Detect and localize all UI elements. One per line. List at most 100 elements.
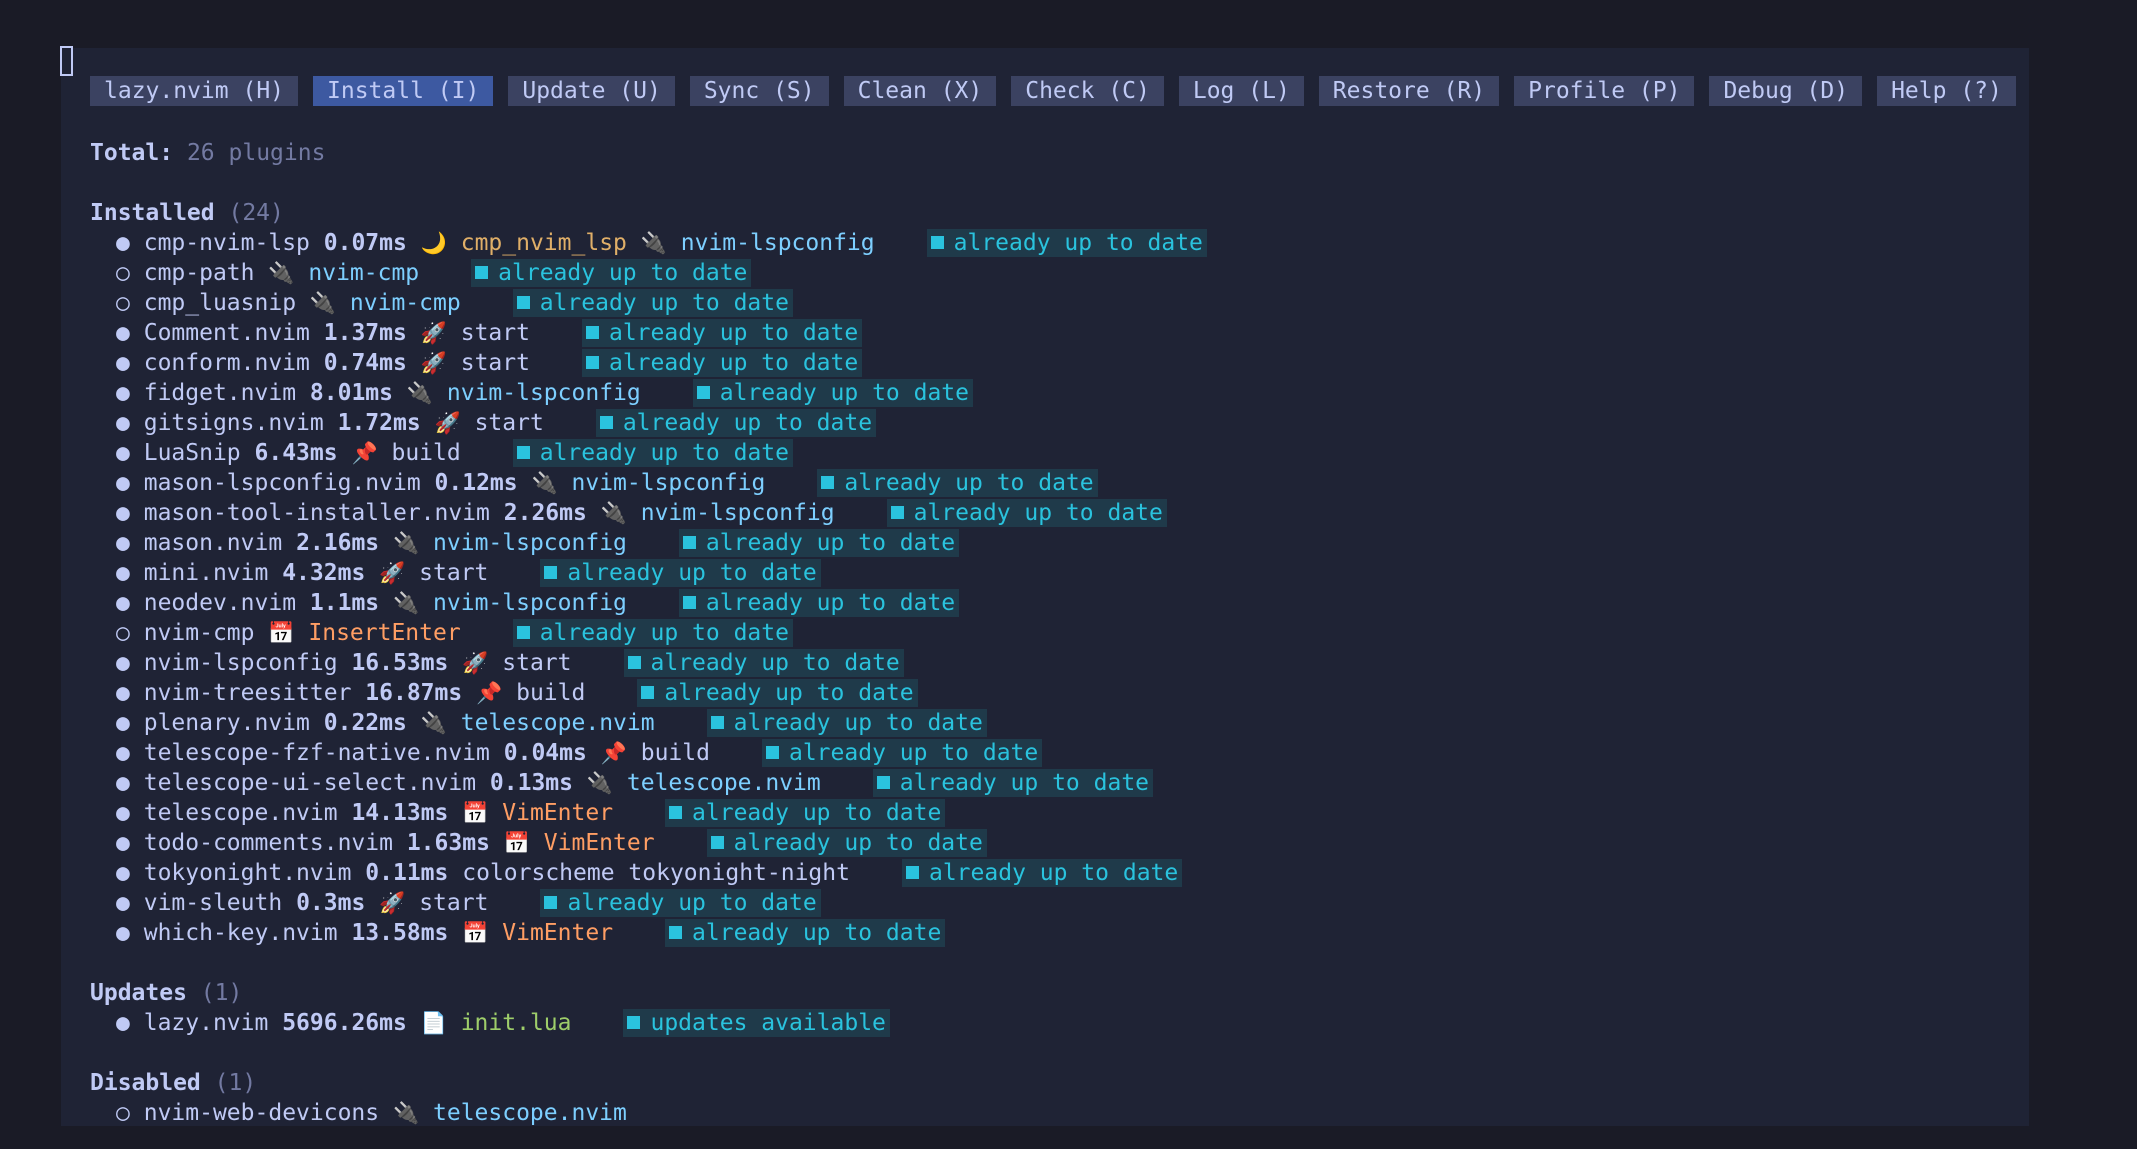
plugin-row[interactable]: ● Comment.nvim 1.37ms 🚀 start already up … [90, 318, 1207, 348]
load-time: 16.53ms [351, 650, 449, 676]
plugin-row[interactable]: ● cmp-nvim-lsp 0.07ms 🌙 cmp_nvim_lsp 🔌 n… [90, 228, 1207, 258]
load-trigger: start [502, 650, 572, 676]
plugin-name[interactable]: mason-lspconfig.nvim [144, 470, 421, 496]
plugin-name[interactable]: telescope-fzf-native.nvim [144, 740, 490, 766]
plugin-row[interactable]: ○ nvim-cmp 📅 InsertEnter already up to da… [90, 618, 1207, 648]
plugin-name[interactable]: fidget.nvim [144, 380, 296, 406]
plugin-row[interactable]: ● mason.nvim 2.16ms 🔌 nvim-lspconfig alre… [90, 528, 1207, 558]
plugin-name[interactable]: nvim-cmp [144, 620, 255, 646]
loaded-bullet-icon: ● [116, 710, 130, 736]
plugin-name[interactable]: nvim-lspconfig [144, 650, 338, 676]
plugin-row[interactable]: ● LuaSnip 6.43ms 📌 build already up to da… [90, 438, 1207, 468]
plugin-row[interactable]: ● nvim-treesitter 16.87ms 📌 build already… [90, 678, 1207, 708]
tab-log[interactable]: Log (L) [1178, 76, 1304, 106]
load-trigger: VimEnter [543, 830, 655, 856]
plugin-name[interactable]: nvim-web-devicons [144, 1100, 379, 1126]
plugin-row[interactable]: ● conform.nvim 0.74ms 🚀 start already up … [90, 348, 1207, 378]
plugin-name[interactable]: neodev.nvim [144, 590, 296, 616]
load-trigger: VimEnter [502, 920, 614, 946]
status-text: already up to date [788, 740, 1039, 766]
plugin-name[interactable]: mini.nvim [144, 560, 269, 586]
plugin-name[interactable]: telescope.nvim [144, 800, 338, 826]
tab-install[interactable]: Install (I) [313, 76, 494, 106]
tab-lazynvim[interactable]: lazy.nvim (H) [90, 76, 299, 106]
rocket-icon: 🚀 [420, 351, 447, 375]
status-badge: already up to date [678, 589, 960, 617]
plugin-row[interactable]: ● telescope.nvim 14.13ms 📅 VimEnter alrea… [90, 798, 1207, 828]
plugin-name[interactable]: telescope-ui-select.nvim [144, 770, 476, 796]
section-count: (24) [228, 200, 284, 226]
plugin-name[interactable]: conform.nvim [144, 350, 310, 376]
plugin-name[interactable]: plenary.nvim [144, 710, 310, 736]
plugin-name[interactable]: lazy.nvim [144, 1010, 269, 1036]
plugin-name[interactable]: which-key.nvim [144, 920, 338, 946]
plugin-name[interactable]: cmp-nvim-lsp [144, 230, 310, 256]
plugin-row[interactable]: ● plenary.nvim 0.22ms 🔌 telescope.nvim al… [90, 708, 1207, 738]
load-trigger: cmp_nvim_lsp [460, 230, 627, 256]
tab-clean[interactable]: Clean (X) [843, 76, 997, 106]
load-time: 8.01ms [309, 380, 393, 406]
plugin-row[interactable]: ● mason-lspconfig.nvim 0.12ms 🔌 nvim-lsp… [90, 468, 1207, 498]
load-time: 2.26ms [503, 500, 587, 526]
plugin-row[interactable]: ● neodev.nvim 1.1ms 🔌 nvim-lspconfig alre… [90, 588, 1207, 618]
calendar-icon: 📅 [462, 801, 489, 825]
plugin-name[interactable]: LuaSnip [144, 440, 241, 466]
plugin-name[interactable]: tokyonight.nvim [144, 860, 352, 886]
tab-help[interactable]: Help (?) [1877, 76, 2016, 106]
plugin-row[interactable]: ● mini.nvim 4.32ms 🚀 start already up to … [90, 558, 1207, 588]
load-trigger: start [460, 320, 530, 346]
plugin-row[interactable]: ● lazy.nvim 5696.26ms 📄 init.lua updates … [90, 1008, 1207, 1038]
plugin-name[interactable]: gitsigns.nvim [144, 410, 324, 436]
tab-debug[interactable]: Debug (D) [1709, 76, 1863, 106]
status-square-icon [516, 296, 530, 309]
status-text: already up to date [567, 560, 817, 586]
plugin-row[interactable]: ● tokyonight.nvim 0.11ms colorscheme tok… [90, 858, 1207, 888]
plugin-row[interactable]: ○ cmp-path 🔌 nvim-cmp already up to date [90, 258, 1207, 288]
plugin-name[interactable]: Comment.nvim [144, 320, 310, 346]
plugin-name[interactable]: mason.nvim [144, 530, 282, 556]
plugin-name[interactable]: cmp-path [144, 260, 255, 286]
status-badge: already up to date [665, 799, 946, 827]
tab-check[interactable]: Check (C) [1011, 76, 1164, 106]
status-text: already up to date [622, 410, 873, 436]
plugin-row[interactable]: ● todo-comments.nvim 1.63ms 📅 VimEnter al… [90, 828, 1207, 858]
tab-update[interactable]: Update (U) [508, 76, 675, 106]
tab-sync[interactable]: Sync (S) [689, 76, 829, 106]
plugin-row[interactable]: ○ nvim-web-devicons 🔌 telescope.nvim [90, 1098, 1207, 1128]
plugin-row[interactable]: ● mason-tool-installer.nvim 2.26ms 🔌 nvi… [90, 498, 1207, 528]
load-time: 0.22ms [323, 710, 407, 736]
tab-restore[interactable]: Restore (R) [1318, 76, 1500, 106]
status-square-icon [516, 626, 530, 639]
plugin-name[interactable]: cmp_luasnip [144, 290, 296, 316]
status-square-icon [544, 896, 558, 909]
plugin-name[interactable]: vim-sleuth [144, 890, 282, 916]
loaded-bullet-icon: ● [116, 470, 130, 496]
unloaded-bullet-icon: ○ [116, 620, 130, 646]
plugin-row[interactable]: ● nvim-lspconfig 16.53ms 🚀 start already … [90, 648, 1207, 678]
total-line: Total: 26 plugins [90, 138, 1207, 168]
plug-icon: 🔌 [531, 471, 558, 495]
plugin-row[interactable]: ● fidget.nvim 8.01ms 🔌 nvim-lspconfig alr… [90, 378, 1207, 408]
total-label: Total: [90, 140, 174, 166]
plugin-row[interactable]: ● telescope-fzf-native.nvim 0.04ms 📌 bui… [90, 738, 1207, 768]
plugin-name[interactable]: todo-comments.nvim [144, 830, 393, 856]
tab-profile[interactable]: Profile (P) [1514, 76, 1695, 106]
unloaded-bullet-icon: ○ [116, 1100, 130, 1126]
plug-icon: 🔌 [268, 261, 295, 285]
load-trigger: nvim-lspconfig [446, 380, 641, 406]
load-trigger: nvim-lspconfig [571, 470, 766, 496]
plugin-name[interactable]: mason-tool-installer.nvim [144, 500, 490, 526]
unloaded-bullet-icon: ○ [116, 290, 130, 316]
status-badge: already up to date [872, 769, 1154, 797]
plugin-row[interactable]: ● which-key.nvim 13.58ms 📅 VimEnter alrea… [90, 918, 1207, 948]
loaded-bullet-icon: ● [116, 740, 130, 766]
calendar-icon: 📅 [462, 921, 489, 945]
load-trigger: build [640, 740, 710, 766]
plugin-name[interactable]: nvim-treesitter [144, 680, 352, 706]
plugin-row[interactable]: ● telescope-ui-select.nvim 0.13ms 🔌 tele… [90, 768, 1207, 798]
load-trigger: telescope.nvim [433, 1100, 627, 1126]
plugin-row[interactable]: ● vim-sleuth 0.3ms 🚀 start already up to … [90, 888, 1207, 918]
plugin-row[interactable]: ○ cmp_luasnip 🔌 nvim-cmp already up to da… [90, 288, 1207, 318]
load-time: 1.37ms [323, 320, 407, 346]
plugin-row[interactable]: ● gitsigns.nvim 1.72ms 🚀 start already up… [90, 408, 1207, 438]
